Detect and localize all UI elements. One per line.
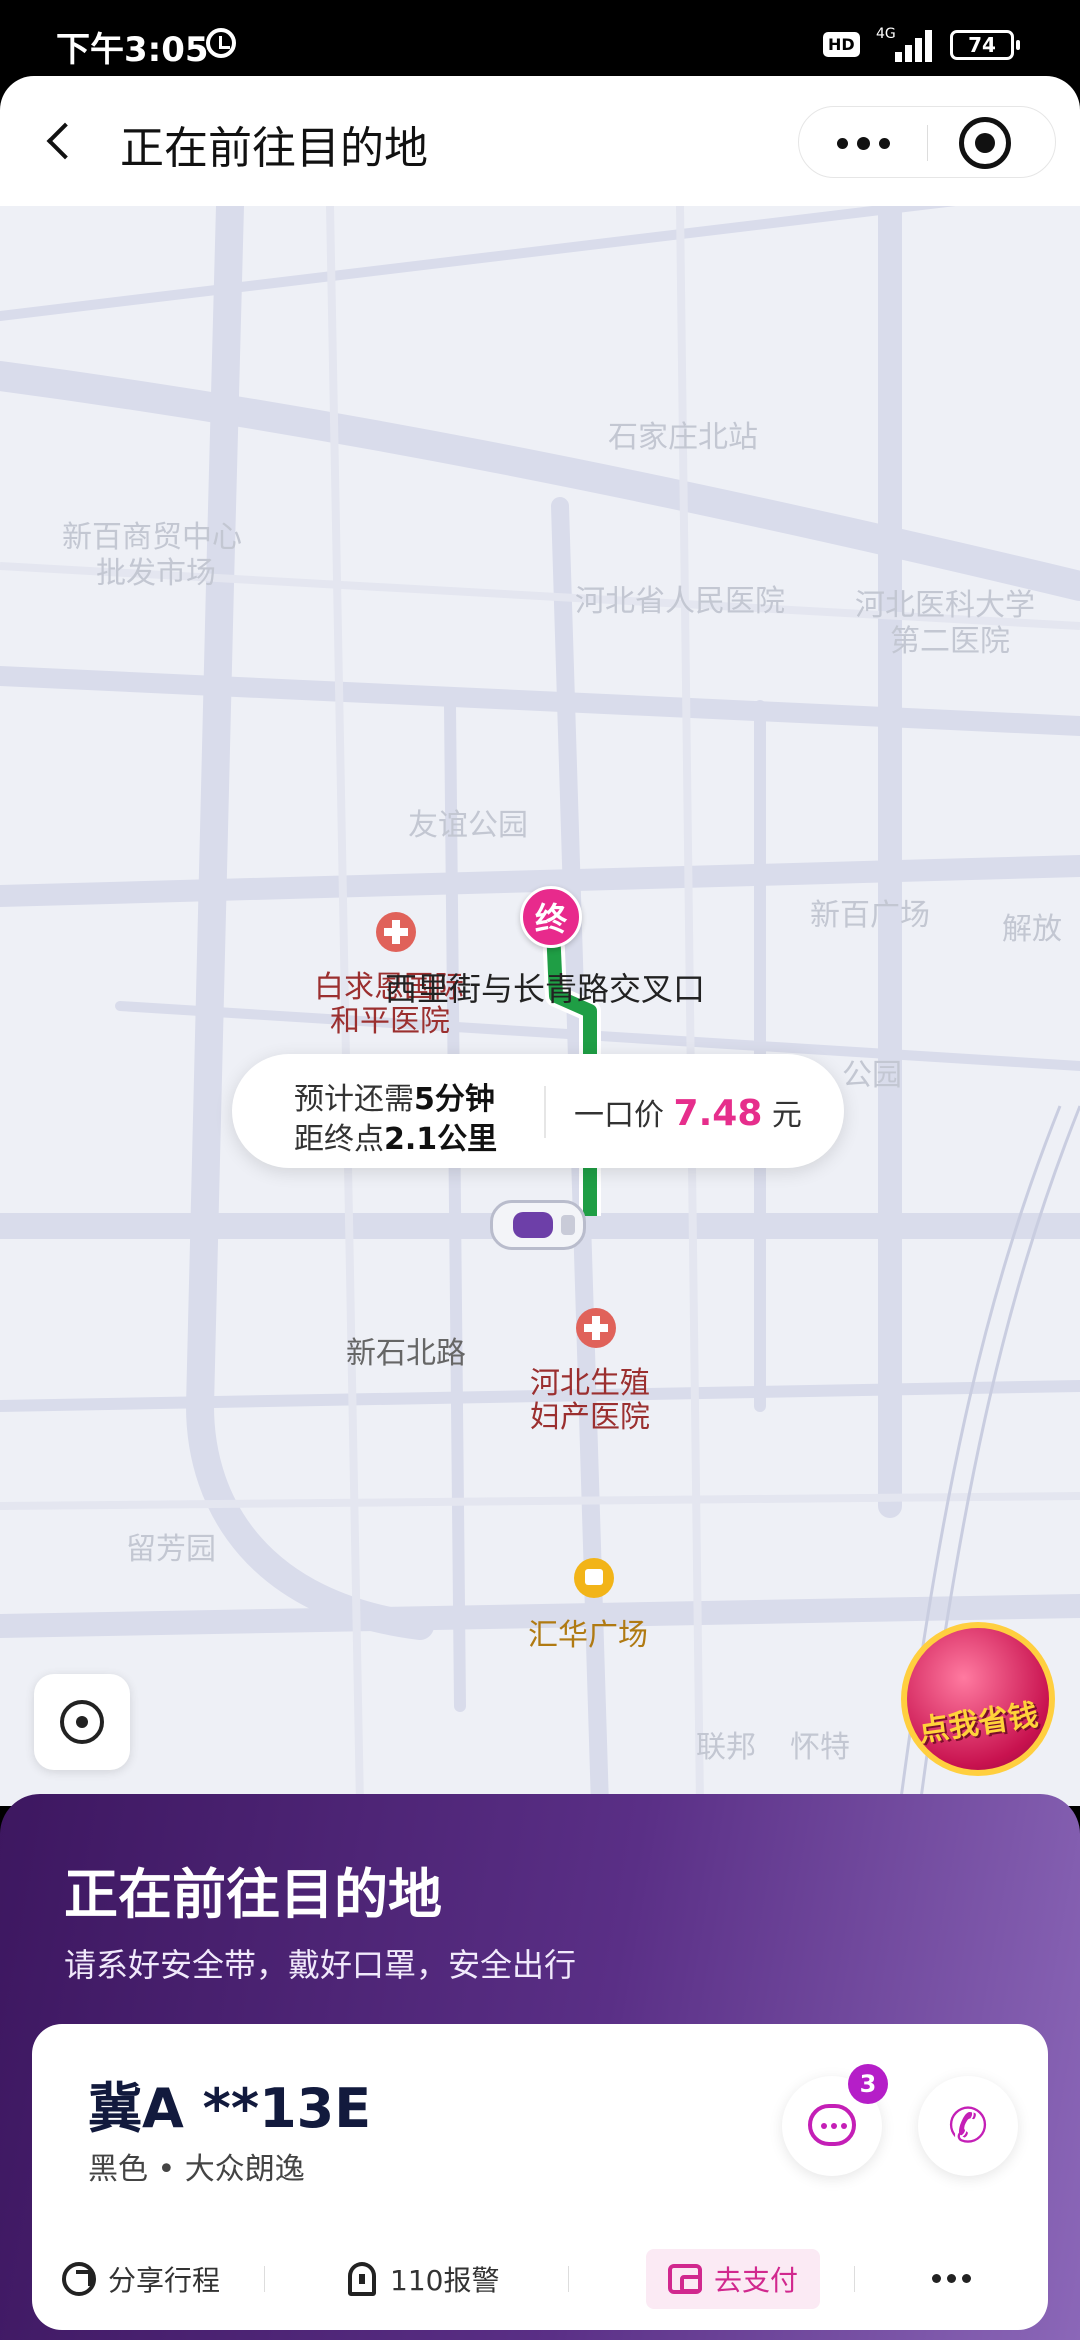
road-label: 新石北路 <box>346 1336 466 1371</box>
chat-icon <box>808 2104 856 2146</box>
map-label-second-hospital: 第二医院 <box>890 624 1010 659</box>
miniprogram-capsule <box>798 106 1056 178</box>
message-button[interactable]: 3 <box>782 2064 888 2176</box>
price-unit: 元 <box>771 1098 802 1133</box>
hd-icon: HD <box>823 32 860 57</box>
price-line: 一口价 7.48 元 <box>574 1090 802 1134</box>
close-miniprogram-icon[interactable] <box>959 117 1011 169</box>
network-type: 4G <box>876 26 896 42</box>
map-label-station: 石家庄北站 <box>608 420 758 455</box>
share-trip-label: 分享行程 <box>108 2264 221 2297</box>
car-icon <box>490 1200 586 1250</box>
status-time: 下午3:05 <box>56 30 209 70</box>
price-prefix: 一口价 <box>574 1098 664 1133</box>
more-options-icon[interactable] <box>799 107 927 179</box>
map-label-jiefang: 解放 <box>1002 912 1062 947</box>
call-button[interactable]: ✆ <box>918 2076 1018 2176</box>
action-row: 分享行程 110报警 去支付 <box>32 2244 1048 2314</box>
hospital-icon <box>576 1308 616 1348</box>
action-divider <box>854 2266 855 2292</box>
eta-prefix: 预计还需 <box>294 1082 414 1117</box>
map-label-hospital-faded: 河北省人民医院 <box>575 584 785 619</box>
trip-status-title: 正在前往目的地 <box>64 1863 442 1926</box>
map-label-plaza: 新百广场 <box>810 898 930 933</box>
capsule-divider <box>927 125 928 161</box>
unread-badge: 3 <box>848 2064 888 2104</box>
map-label-huaite: 怀特 <box>790 1730 850 1765</box>
locate-icon <box>60 1700 104 1744</box>
alarm-110-button[interactable]: 110报警 <box>348 2244 499 2314</box>
locate-button[interactable] <box>34 1674 130 1770</box>
alarm-clock-icon <box>206 28 236 58</box>
more-actions-button[interactable] <box>932 2244 972 2314</box>
signal-icon <box>895 28 937 62</box>
alarm-110-label: 110报警 <box>390 2264 500 2297</box>
more-dots-icon <box>932 2274 972 2284</box>
action-divider <box>264 2266 265 2292</box>
license-plate: 冀A **13E <box>88 2077 372 2140</box>
action-divider <box>568 2266 569 2292</box>
distance-line: 距终点2.1公里 <box>294 1114 497 1158</box>
trip-status-subtitle: 请系好安全带，戴好口罩，安全出行 <box>64 1946 577 1984</box>
map-label-park: 友谊公园 <box>408 808 528 843</box>
pay-label: 去支付 <box>714 2264 799 2297</box>
wallet-icon <box>668 2264 702 2294</box>
destination-label: 西里街与长青路交叉口 <box>385 970 706 1008</box>
page-title: 正在前往目的地 <box>120 123 428 174</box>
car-description: 黑色 • 大众朗逸 <box>88 2152 305 2187</box>
map-label-garden: 留芳园 <box>126 1532 216 1567</box>
app-header: 正在前往目的地 <box>0 76 1080 206</box>
eta-time: 5分钟 <box>414 1082 495 1117</box>
map-label-market: 批发市场 <box>96 556 216 591</box>
phone-icon: ✆ <box>947 2098 989 2154</box>
map-label-lianbang: 联邦 <box>696 1730 756 1765</box>
mall-icon <box>574 1558 614 1598</box>
police-alarm-icon <box>348 2262 376 2296</box>
distance-prefix: 距终点 <box>294 1122 384 1157</box>
battery-icon: 74 <box>950 30 1020 60</box>
save-money-badge[interactable]: 点我省钱 <box>893 1616 1063 1786</box>
poi-hospital-2-name-2: 妇产医院 <box>530 1400 650 1435</box>
status-bar: 下午3:05 HD 4G 74 <box>0 0 1080 76</box>
trip-info-bubble: 预计还需5分钟 距终点2.1公里 一口价 7.48 元 <box>232 1054 844 1168</box>
map-view[interactable]: 石家庄北站 新百商贸中心 批发市场 河北省人民医院 河北医科大学 第二医院 友谊… <box>0 206 1080 1806</box>
destination-marker-icon: 终 <box>520 886 582 948</box>
pay-button[interactable]: 去支付 <box>646 2249 821 2309</box>
map-label-park-2: 公园 <box>842 1058 902 1093</box>
trip-panel: 正在前往目的地 请系好安全带，戴好口罩，安全出行 冀A **13E 黑色 • 大… <box>0 1794 1080 2340</box>
share-trip-button[interactable]: 分享行程 <box>62 2244 220 2314</box>
driver-card: 冀A **13E 黑色 • 大众朗逸 3 ✆ 分享行程 110报警 去支付 <box>32 2024 1048 2330</box>
eta-line: 预计还需5分钟 <box>294 1074 495 1118</box>
price-value: 7.48 <box>673 1093 763 1134</box>
share-icon <box>62 2262 96 2296</box>
bubble-divider <box>544 1086 546 1138</box>
distance-value: 2.1公里 <box>384 1122 498 1157</box>
hospital-icon <box>376 912 416 952</box>
poi-mall-name: 汇华广场 <box>528 1618 648 1653</box>
back-icon[interactable] <box>38 118 84 164</box>
